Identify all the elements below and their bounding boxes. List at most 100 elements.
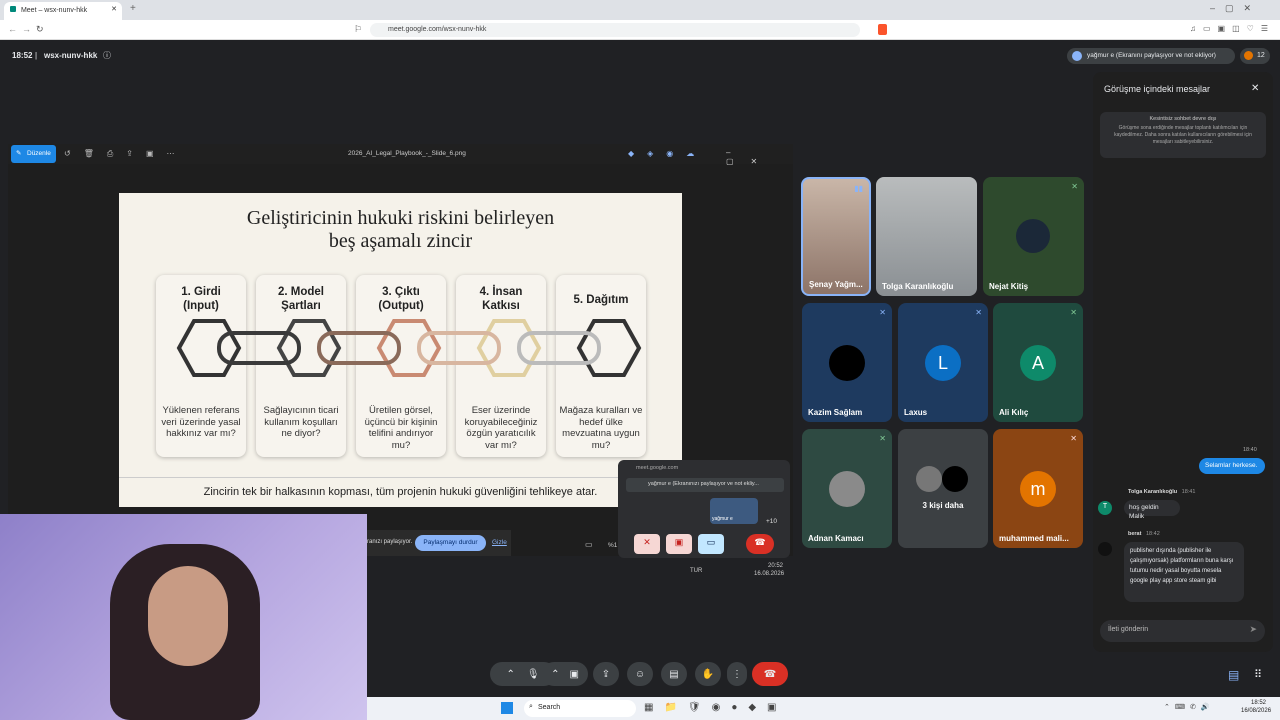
address-bar: ← → ↻ ⚐ meet.google.com/wsx-nunv-hkk ♫▭▣… <box>0 20 1280 40</box>
participant-tile-3[interactable]: ✕ Nejat Kitiş <box>983 177 1084 296</box>
taskbar-app-icons[interactable]: ▦📁🛡◉●◆▣ <box>644 702 788 713</box>
popup-time: 20:52 <box>768 563 784 569</box>
card-title: 2. Model Şartları <box>277 286 324 312</box>
chat-notice-body: Görüşme sona erdiğinde mesajlar toplantı… <box>1114 125 1252 145</box>
send-icon[interactable]: ➤ <box>1249 624 1257 635</box>
start-icon[interactable] <box>501 702 513 714</box>
card-question: Üretilen görsel, üçüncü bir kişinin teli… <box>364 405 438 451</box>
browser-tab[interactable]: Meet – wsx-nunv-hkk ✕ <box>4 2 122 20</box>
card-question: Eser üzerinde koruyabileceğiniz özgün ya… <box>464 405 538 451</box>
participant-name: Şenay Yağm... <box>809 280 863 289</box>
close-chat-icon[interactable]: ✕ <box>1251 83 1259 94</box>
slide-title-line1: Geliştiricinin hukuki riskini belirleyen <box>246 207 555 229</box>
popup-camera-button[interactable]: ▣ <box>666 534 692 554</box>
popup-self-tile: yağmur e <box>710 498 758 524</box>
brave-shield-icon[interactable] <box>878 24 887 35</box>
extensions-icons[interactable]: ♫▭▣◫♡☰ <box>1190 24 1275 33</box>
hide-button[interactable]: Gizle <box>492 539 507 546</box>
info-icon[interactable]: ⓘ <box>103 50 111 61</box>
participant-tile-4[interactable]: ✕ Kazim Sağlam <box>802 303 892 422</box>
chat-message-text: hoş geldin Malik <box>1129 504 1159 520</box>
forward-icon[interactable]: → <box>22 24 31 34</box>
close-tab-icon[interactable]: ✕ <box>111 5 117 13</box>
popup-date: 16.08.2026 <box>754 571 785 577</box>
app-shortcut-icons[interactable]: ◆◈◉☁ <box>628 149 707 158</box>
file-name: 2026_AI_Legal_Playbook_-_Slide_6.png <box>348 150 466 157</box>
participant-tile-7[interactable]: ✕ Adnan Kamacı <box>802 429 892 548</box>
bookmark-icon[interactable]: ⚐ <box>354 24 362 35</box>
participant-name: Laxus <box>904 408 928 417</box>
raise-hand-button[interactable]: ✋ <box>695 662 721 686</box>
participant-tile-2[interactable]: Tolga Karanlıkoğlu <box>876 177 977 296</box>
participant-name: Adnan Kamacı <box>808 534 864 543</box>
fit-icon[interactable]: ▭ <box>585 540 593 549</box>
chat-toggle-icon[interactable]: ▤ <box>1228 668 1239 682</box>
message-input-placeholder: İleti gönderin <box>1108 626 1149 633</box>
participant-avatar <box>829 471 865 507</box>
slide-image: Geliştiricinin hukuki riskini belirleyen… <box>119 193 682 507</box>
slide-title-line2: beş aşamalı zincir <box>328 230 473 252</box>
participants-button[interactable]: 12 <box>1240 48 1270 64</box>
captions-button[interactable]: ▤ <box>661 662 687 686</box>
leave-call-button[interactable]: ☎ <box>752 662 788 686</box>
activities-icon[interactable]: ⠿ <box>1254 668 1262 681</box>
zoom-level: %1 <box>608 542 618 549</box>
taskbar-search[interactable]: ⌕ Search <box>524 700 636 717</box>
self-message-time: 18:40 <box>1243 447 1257 453</box>
participant-tile-8[interactable]: 3 kişi daha <box>898 429 988 548</box>
edit-button[interactable]: ✎ Düzenle <box>11 145 56 163</box>
participant-tile-5[interactable]: ✕ L Laxus <box>898 303 988 422</box>
card-question: Mağaza kuralları ve hedef ülke mevzuatın… <box>559 405 643 451</box>
tray-icons[interactable]: ⌃⌨✆🔊 <box>1164 703 1215 711</box>
viewer-window-controls[interactable]: –▢✕ <box>726 148 793 166</box>
participant-tile-6[interactable]: ✕ A Ali Kılıç <box>993 303 1083 422</box>
card-title: 3. Çıktı (Output) <box>378 286 424 312</box>
popup-present-button[interactable]: ▭ <box>698 534 724 554</box>
message-author: berat 18:42 <box>1128 530 1160 539</box>
participant-avatar <box>829 345 865 381</box>
author-name: berat <box>1128 531 1142 537</box>
viewer-tool-icons[interactable]: ↺🗑⎙⇪▣⋯ <box>64 149 188 159</box>
mic-off-icon: ✕ <box>975 308 982 317</box>
participant-tile-1[interactable]: ▮▮ Şenay Yağm... <box>801 177 871 296</box>
sharebar-text: ranızı paylaşıyor. <box>367 539 413 545</box>
popup-leave-button[interactable]: ☎ <box>746 534 774 554</box>
author-avatar-icon: T <box>1098 501 1112 515</box>
webcam-overlay <box>0 514 367 720</box>
popup-lang: TUR <box>690 568 703 574</box>
presenter-pill[interactable]: yağmur e (Ekranını paylaşıyor ve not ekl… <box>1067 48 1235 64</box>
slide-title: Geliştiricinin hukuki riskini belirleyen… <box>119 207 682 253</box>
popup-mic-button[interactable]: ✕ <box>634 534 660 554</box>
window-controls[interactable]: –▢✕ <box>1210 3 1261 14</box>
url-text: meet.google.com/wsx-nunv-hkk <box>388 26 487 33</box>
reload-icon[interactable]: ↻ <box>36 24 44 35</box>
screen-share-bar: ranızı paylaşıyor. Paylaşmayı durdur Giz… <box>367 530 511 556</box>
chat-notice: Kesintisiz sohbet devre dışı Görüşme son… <box>1100 112 1266 158</box>
meet-favicon-icon <box>10 6 16 12</box>
participant-name: Kazim Sağlam <box>808 408 863 417</box>
participant-count: 12 <box>1257 52 1265 59</box>
chain-links-graphic <box>176 319 642 377</box>
chat-message-text: publisher dışında (publisher ile çalışmı… <box>1130 548 1234 584</box>
camera-icon: ▣ <box>569 668 579 680</box>
popup-more-count: +10 <box>766 518 778 525</box>
hand-icon: ✋ <box>701 668 715 680</box>
camera-options-button[interactable]: ⌃ ▣ <box>542 662 588 686</box>
author-avatar-icon <box>1098 542 1112 556</box>
mic-off-icon: ✕ <box>879 308 886 317</box>
self-message: Selamlar herkese. <box>1199 458 1265 474</box>
edit-icon: ✎ <box>16 150 22 157</box>
stop-sharing-button[interactable]: Paylaşmayı durdur <box>415 535 486 551</box>
chat-message: publisher dışında (publisher ile çalışmı… <box>1124 542 1244 602</box>
more-options-button[interactable]: ⋮ <box>727 662 747 686</box>
participant-tile-9[interactable]: ✕ m muhammed mali... <box>993 429 1083 548</box>
new-tab-button[interactable]: + <box>130 3 136 14</box>
mic-off-icon: ✕ <box>1071 182 1078 191</box>
url-field[interactable]: meet.google.com/wsx-nunv-hkk <box>370 23 860 37</box>
emoji-button[interactable]: ☺ <box>627 662 653 686</box>
back-icon[interactable]: ← <box>8 24 17 34</box>
message-input[interactable]: İleti gönderin ➤ <box>1100 620 1265 642</box>
present-button[interactable]: ⇪ <box>593 662 619 686</box>
popup-presenter: yağmur e (Ekranınızı paylaşıyor ve not e… <box>626 478 784 492</box>
mic-off-icon: ✕ <box>879 434 886 443</box>
